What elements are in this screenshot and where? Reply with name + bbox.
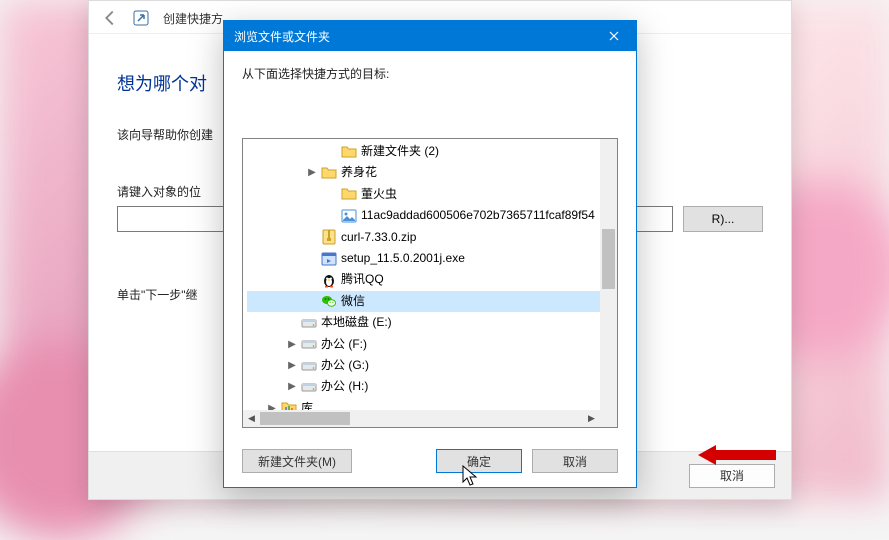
tree-item-label: 11ac9addad600506e702b7365711fcaf89f54 <box>361 205 595 226</box>
expander-icon[interactable]: ▶ <box>285 334 299 355</box>
expander-icon[interactable]: ▶ <box>305 162 319 183</box>
tree-item[interactable]: 新建文件夹 (2) <box>247 141 600 162</box>
back-icon[interactable] <box>99 7 121 29</box>
tree-item-label: 养身花 <box>341 162 377 183</box>
folder-icon <box>341 144 357 160</box>
drive-icon <box>301 336 317 352</box>
tree-item-label: 微信 <box>341 291 365 312</box>
folder-tree[interactable]: 新建文件夹 (2) ▶ 养身花董火虫11ac9addad600506e702b736… <box>242 138 618 428</box>
ok-button[interactable]: 确定 <box>436 449 522 473</box>
folder-icon <box>321 165 337 181</box>
scrollbar-corner <box>600 410 617 427</box>
dialog-titlebar: 浏览文件或文件夹 <box>224 21 636 51</box>
horizontal-scrollbar[interactable]: ◀▶ <box>243 410 600 427</box>
tree-item[interactable]: setup_11.5.0.2001j.exe <box>247 248 600 269</box>
expander-icon[interactable]: ▶ <box>285 376 299 397</box>
image-icon <box>341 208 357 224</box>
expander-icon[interactable]: ▶ <box>285 355 299 376</box>
dialog-title: 浏览文件或文件夹 <box>234 28 330 45</box>
tree-item[interactable]: ▶ 养身花 <box>247 162 600 183</box>
folder-icon <box>341 186 357 202</box>
tree-item-label: setup_11.5.0.2001j.exe <box>341 248 465 269</box>
tree-item-label: 新建文件夹 (2) <box>361 141 439 162</box>
close-icon[interactable] <box>591 21 636 51</box>
drive-icon <box>301 379 317 395</box>
dialog-instruction: 从下面选择快捷方式的目标: <box>242 65 618 82</box>
wechat-icon <box>321 293 337 309</box>
zip-icon <box>321 229 337 245</box>
tree-item-label: curl-7.33.0.zip <box>341 227 416 248</box>
browse-button[interactable]: R)... <box>683 206 763 232</box>
dialog-footer: 新建文件夹(M) 确定 取消 <box>224 435 636 487</box>
exe-icon <box>321 251 337 267</box>
dialog-cancel-button[interactable]: 取消 <box>532 449 618 473</box>
tree-item-label: 董火虫 <box>361 184 397 205</box>
tree-item[interactable]: 微信 <box>247 291 600 312</box>
tree-item[interactable]: 腾讯QQ <box>247 269 600 290</box>
drive-icon <box>301 315 317 331</box>
tree-item-label: 办公 (H:) <box>321 376 368 397</box>
tree-item[interactable]: 本地磁盘 (E:) <box>247 312 600 333</box>
tree-item[interactable]: curl-7.33.0.zip <box>247 227 600 248</box>
tree-item-label: 腾讯QQ <box>341 269 384 290</box>
wizard-title: 创建快捷方 <box>163 10 223 27</box>
tree-item-label: 办公 (F:) <box>321 334 367 355</box>
new-folder-button[interactable]: 新建文件夹(M) <box>242 449 352 473</box>
wizard-cancel-button[interactable]: 取消 <box>689 464 775 488</box>
browse-folder-dialog: 浏览文件或文件夹 从下面选择快捷方式的目标: 新建文件夹 (2) ▶ 养身花董火虫1… <box>223 20 637 488</box>
drive-icon <box>301 358 317 374</box>
shortcut-icon <box>133 10 149 26</box>
qq-icon <box>321 272 337 288</box>
tree-item[interactable]: ▶ 办公 (G:) <box>247 355 600 376</box>
tree-item-label: 办公 (G:) <box>321 355 369 376</box>
tree-item-label: 本地磁盘 (E:) <box>321 312 392 333</box>
tree-item[interactable]: ▶ 办公 (F:) <box>247 334 600 355</box>
tree-item[interactable]: ▶ 办公 (H:) <box>247 376 600 397</box>
tree-item[interactable]: 董火虫 <box>247 184 600 205</box>
vertical-scrollbar[interactable] <box>600 139 617 410</box>
tree-item[interactable]: 11ac9addad600506e702b7365711fcaf89f54 <box>247 205 600 226</box>
